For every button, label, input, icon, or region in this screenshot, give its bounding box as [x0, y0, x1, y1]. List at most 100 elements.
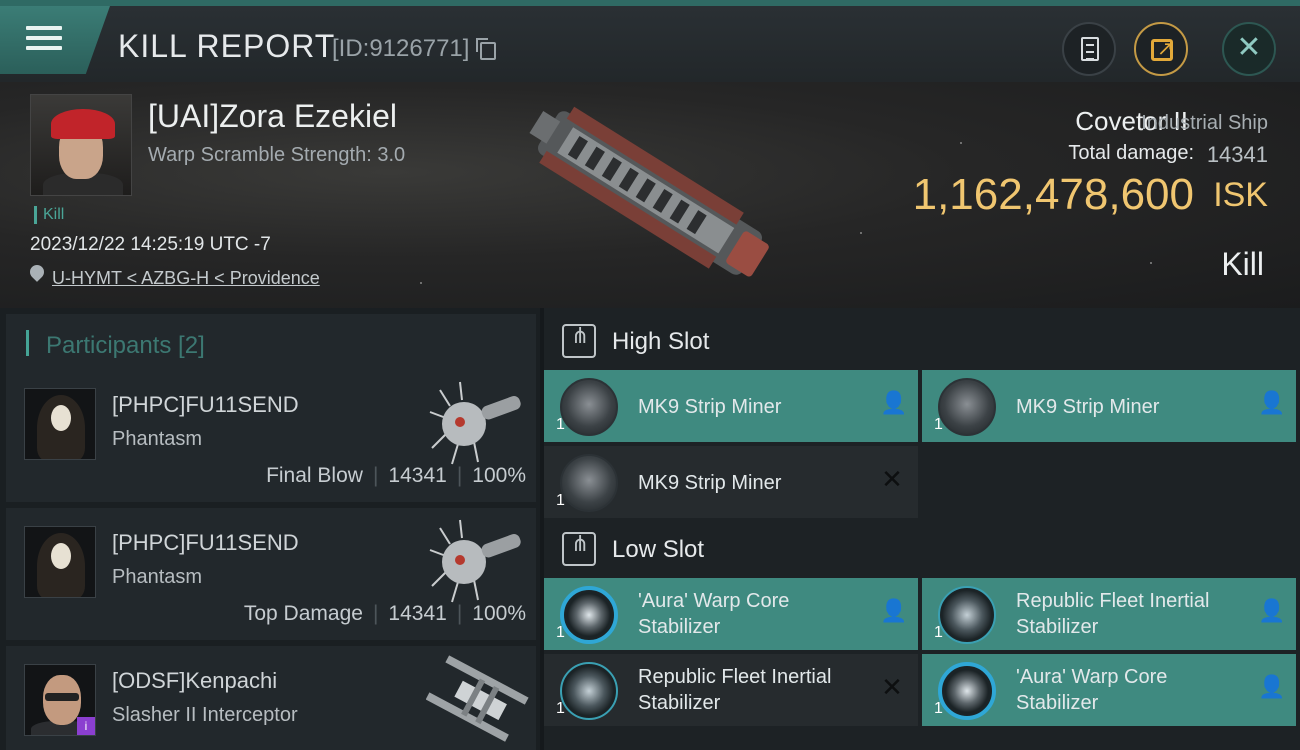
- header-accent-bar: [26, 330, 29, 356]
- participant-name[interactable]: [PHPC]FU11SEND: [112, 392, 299, 418]
- participant-role: Final Blow: [266, 464, 363, 487]
- separator: |: [456, 464, 463, 487]
- total-damage-value: 14341: [1206, 142, 1268, 167]
- total-damage-label: Total damage:: [1068, 142, 1194, 164]
- module-qty: 1: [934, 624, 943, 641]
- star: [420, 282, 422, 284]
- x-icon: ✕: [881, 673, 903, 703]
- module-name: MK9 Strip Miner: [1016, 396, 1160, 418]
- clipboard-button[interactable]: [1062, 22, 1116, 76]
- participant-ship: Phantasm: [112, 566, 203, 588]
- participant-name[interactable]: [PHPC]FU11SEND: [112, 530, 299, 556]
- star: [1150, 262, 1152, 264]
- close-button[interactable]: ✕: [1222, 22, 1276, 76]
- participant-ship: Phantasm: [112, 428, 203, 450]
- victim-ship-class: Industrial Ship: [1141, 112, 1268, 134]
- module-name: Republic Fleet Inertial Stabilizer: [638, 664, 831, 716]
- module-name-line: Stabilizer: [638, 692, 721, 714]
- separator: |: [372, 602, 379, 625]
- participant-role: Top Damage: [243, 602, 363, 625]
- module-qty: 1: [934, 700, 943, 717]
- share-button[interactable]: [1134, 22, 1188, 76]
- module-qty: 1: [556, 416, 565, 433]
- module-name-line: 'Aura' Warp Core: [638, 590, 790, 612]
- module-item[interactable]: 1 MK9 Strip Miner ✕: [544, 446, 918, 518]
- menu-button[interactable]: [0, 6, 110, 74]
- participants-header: Participants [2]: [6, 314, 536, 370]
- kill-tag: Kill: [34, 206, 64, 224]
- close-icon: ✕: [1236, 30, 1262, 65]
- module-qty: 1: [556, 700, 565, 717]
- module-name: 'Aura' Warp Core Stabilizer: [638, 588, 789, 640]
- slot-icon: [562, 532, 596, 566]
- module-name: MK9 Strip Miner: [638, 472, 782, 494]
- inertial-stabilizer-icon: [938, 586, 996, 644]
- module-name: Republic Fleet Inertial Stabilizer: [1016, 588, 1209, 640]
- module-name-line: Republic Fleet Inertial: [1016, 590, 1210, 612]
- module-qty: 1: [934, 416, 943, 433]
- victim-portrait[interactable]: [30, 94, 132, 196]
- participant-stats: Top Damage | 14341 | 100%: [244, 602, 526, 626]
- participants-title: Participants [2]: [46, 332, 205, 359]
- person-icon: 👤: [880, 599, 908, 624]
- low-slot-title: Low Slot: [612, 536, 705, 563]
- low-slot-header: Low Slot: [544, 518, 1300, 580]
- copy-icon[interactable]: [476, 38, 496, 60]
- person-icon: 👤: [1258, 391, 1286, 416]
- location-pin-icon: [27, 262, 47, 282]
- participant-ship-image: [426, 655, 529, 742]
- participant-badge: i: [77, 717, 95, 735]
- strip-miner-icon: [560, 378, 618, 436]
- participant-name[interactable]: [ODSF]Kenpachi: [112, 668, 277, 694]
- warp-scramble-strength: Warp Scramble Strength: 3.0: [148, 144, 406, 166]
- separator: |: [372, 464, 379, 487]
- warp-core-stabilizer-icon: [560, 586, 618, 644]
- report-id: [ID:9126771]: [332, 35, 470, 62]
- module-name-line: 'Aura' Warp Core: [1016, 666, 1168, 688]
- header-bar: KILL REPORT [ID:9126771] ✕: [0, 0, 1300, 82]
- module-item[interactable]: 1 MK9 Strip Miner 👤: [922, 370, 1296, 442]
- module-name-line: Stabilizer: [1016, 616, 1099, 638]
- victim-banner: [UAI]Zora Ezekiel Warp Scramble Strength…: [0, 82, 1300, 308]
- share-icon: [1151, 36, 1174, 61]
- participant-row[interactable]: i [ODSF]Kenpachi Slasher II Interceptor: [6, 646, 536, 750]
- fitting-panel: High Slot 1 MK9 Strip Miner 👤 1 MK9 Stri…: [544, 308, 1300, 750]
- participant-damage: 14341: [388, 602, 447, 625]
- participant-percent: 100%: [472, 602, 526, 625]
- module-name: MK9 Strip Miner: [638, 396, 782, 418]
- module-item[interactable]: 1 MK9 Strip Miner 👤: [544, 370, 918, 442]
- module-name-line: Republic Fleet Inertial: [638, 666, 832, 688]
- participant-avatar[interactable]: [24, 388, 96, 460]
- person-icon: 👤: [880, 391, 908, 416]
- module-qty: 1: [556, 624, 565, 641]
- star: [960, 142, 962, 144]
- high-slot-title: High Slot: [612, 328, 710, 355]
- participant-damage: 14341: [388, 464, 447, 487]
- inertial-stabilizer-icon: [560, 662, 618, 720]
- kill-result: Kill: [1221, 246, 1264, 282]
- participant-row[interactable]: [PHPC]FU11SEND Phantasm Top Damage | 143…: [6, 508, 536, 640]
- separator: |: [456, 602, 463, 625]
- victim-name[interactable]: [UAI]Zora Ezekiel: [148, 98, 397, 135]
- participant-avatar[interactable]: [24, 526, 96, 598]
- star: [860, 232, 862, 234]
- participant-stats: Final Blow | 14341 | 100%: [266, 464, 526, 488]
- x-icon: ✕: [881, 465, 903, 495]
- module-item[interactable]: 1 'Aura' Warp Core Stabilizer 👤: [544, 578, 918, 650]
- person-icon: 👤: [1258, 599, 1286, 624]
- hamburger-icon[interactable]: [26, 26, 62, 54]
- location-link[interactable]: U-HYMT < AZBG-H < Providence: [52, 268, 320, 289]
- module-item[interactable]: 1 'Aura' Warp Core Stabilizer 👤: [922, 654, 1296, 726]
- participant-percent: 100%: [472, 464, 526, 487]
- victim-ship-image: [529, 106, 769, 277]
- participant-row[interactable]: [PHPC]FU11SEND Phantasm Final Blow | 143…: [6, 370, 536, 502]
- isk-unit: ISK: [1213, 176, 1268, 214]
- module-item[interactable]: 1 Republic Fleet Inertial Stabilizer ✕: [544, 654, 918, 726]
- isk-value: 1,162,478,600: [912, 170, 1194, 219]
- participants-panel: Participants [2] [PHPC]FU11SEND Phantasm…: [0, 308, 540, 750]
- participant-avatar[interactable]: i: [24, 664, 96, 736]
- kill-timestamp: 2023/12/22 14:25:19 UTC -7: [30, 234, 271, 255]
- strip-miner-icon: [560, 454, 618, 512]
- slot-icon: [562, 324, 596, 358]
- module-item[interactable]: 1 Republic Fleet Inertial Stabilizer 👤: [922, 578, 1296, 650]
